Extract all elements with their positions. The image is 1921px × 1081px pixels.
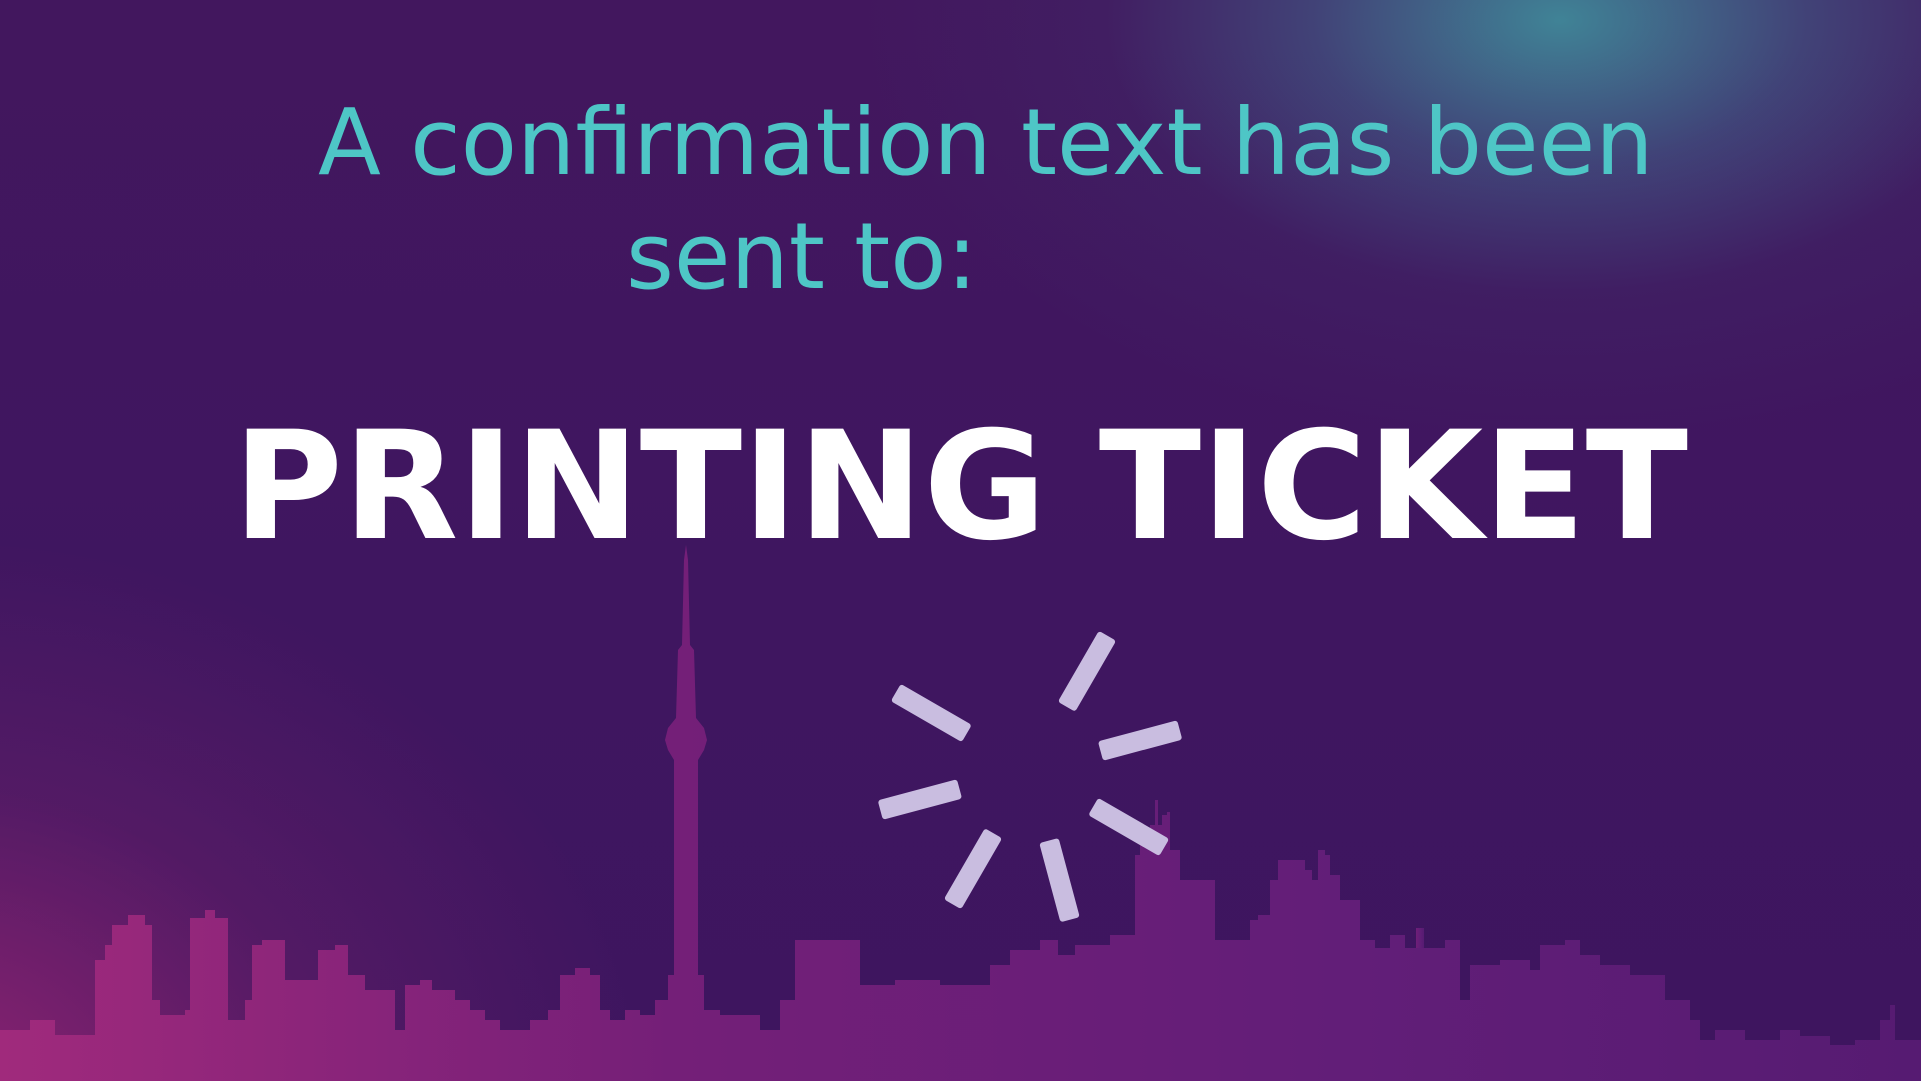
confirmation-message-line1: A confirmation text has been xyxy=(318,89,1654,196)
printing-status-title: PRINTING TICKET xyxy=(232,400,1689,574)
printing-screen: A confirmation text has been sent to: PR… xyxy=(0,0,1921,1081)
confirmation-message-line2: sent to: xyxy=(626,203,978,310)
